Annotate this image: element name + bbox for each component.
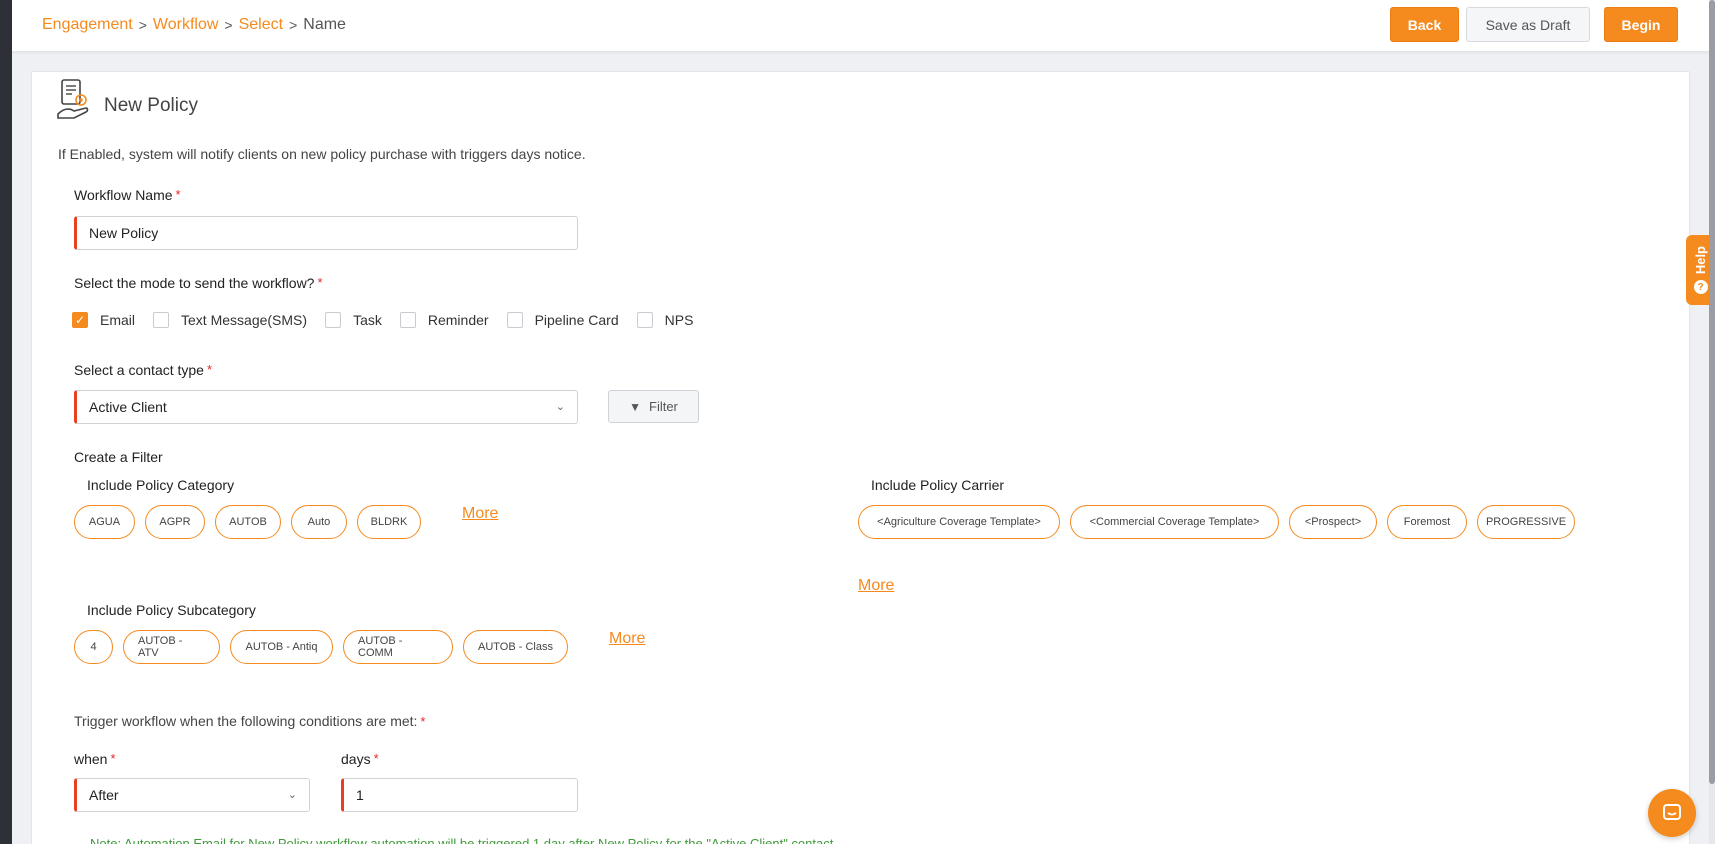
- when-value: After: [89, 787, 119, 803]
- automation-note: Note: Automation Email for New Policy wo…: [90, 836, 837, 844]
- breadcrumb-select[interactable]: Select: [239, 16, 283, 34]
- reminder-checkbox-label: Reminder: [427, 312, 489, 328]
- filter-button-label: Filter: [649, 399, 678, 414]
- workflow-name-label: Workflow Name *: [74, 187, 181, 203]
- pipeline-card-checkbox[interactable]: [506, 312, 523, 328]
- page-title: New Policy: [104, 95, 198, 116]
- policy-category-pill[interactable]: AGUA: [74, 505, 135, 539]
- chevron-right-icon: >: [138, 17, 147, 33]
- policy-category-pill[interactable]: Auto: [291, 505, 347, 539]
- left-sidebar-strip: [0, 0, 12, 844]
- mode-checkbox-group: ✓ Email Text Message(SMS) Task Reminder …: [72, 312, 711, 328]
- policy-subcategory-pill[interactable]: AUTOB - Antiq: [230, 630, 333, 664]
- policy-subcategory-label: Include Policy Subcategory: [87, 602, 256, 618]
- contact-type-label: Select a contact type *: [74, 362, 213, 378]
- filter-icon: ▼: [629, 399, 641, 414]
- breadcrumb-workflow[interactable]: Workflow: [153, 16, 219, 34]
- policy-carrier-pill[interactable]: PROGRESSIVE: [1477, 505, 1575, 539]
- save-draft-button[interactable]: Save as Draft: [1466, 7, 1590, 42]
- filter-button[interactable]: ▼ Filter: [608, 390, 699, 423]
- breadcrumb: Engagement > Workflow > Select > Name: [42, 16, 346, 34]
- policy-category-pill[interactable]: BLDRK: [357, 505, 421, 539]
- chevron-down-icon: ⌄: [287, 789, 297, 801]
- policy-subcategory-pill[interactable]: AUTOB - ATV: [123, 630, 220, 664]
- chat-button[interactable]: [1648, 789, 1696, 837]
- days-label: days *: [341, 751, 379, 767]
- create-filter-label: Create a Filter: [74, 449, 163, 465]
- pipeline-card-checkbox-label: Pipeline Card: [534, 312, 619, 328]
- email-checkbox[interactable]: ✓: [72, 312, 88, 328]
- policy-document-icon: [57, 79, 89, 119]
- top-bar: Engagement > Workflow > Select > Name Ba…: [12, 0, 1709, 52]
- sms-checkbox-label: Text Message(SMS): [181, 312, 308, 328]
- task-checkbox[interactable]: [325, 312, 342, 328]
- policy-carrier-pill[interactable]: <Prospect>: [1289, 505, 1377, 539]
- email-checkbox-label: Email: [100, 312, 136, 328]
- form-description: If Enabled, system will notify clients o…: [58, 146, 586, 162]
- reminder-checkbox[interactable]: [399, 312, 416, 328]
- breadcrumb-current: Name: [303, 16, 346, 33]
- days-input[interactable]: 1: [341, 778, 578, 812]
- nps-checkbox-label: NPS: [664, 312, 694, 328]
- workflow-name-input[interactable]: New Policy: [74, 216, 578, 250]
- contact-type-value: Active Client: [89, 399, 167, 415]
- trigger-label: Trigger workflow when the following cond…: [74, 713, 426, 729]
- breadcrumb-engagement[interactable]: Engagement: [42, 16, 133, 34]
- policy-subcategory-pill[interactable]: 4: [74, 630, 113, 664]
- mode-label: Select the mode to send the workflow? *: [74, 275, 323, 291]
- policy-carrier-pills: <Agriculture Coverage Template> <Commerc…: [858, 505, 1585, 539]
- nps-checkbox[interactable]: [636, 312, 653, 328]
- policy-carrier-more-link[interactable]: More: [858, 577, 894, 595]
- policy-category-pill[interactable]: AGPR: [145, 505, 205, 539]
- help-circle-icon: ?: [1693, 280, 1708, 295]
- policy-subcategory-pill[interactable]: AUTOB - COMM: [343, 630, 453, 664]
- help-label: Help: [1693, 245, 1708, 275]
- chevron-right-icon: >: [224, 17, 233, 33]
- workflow-form-card: New Policy If Enabled, system will notif…: [31, 71, 1690, 844]
- when-select[interactable]: After ⌄: [74, 778, 310, 812]
- policy-carrier-pill[interactable]: <Agriculture Coverage Template>: [858, 505, 1060, 539]
- policy-subcategory-more-link[interactable]: More: [609, 630, 645, 648]
- policy-category-more-link[interactable]: More: [462, 505, 498, 523]
- contact-type-select[interactable]: Active Client ⌄: [74, 390, 578, 424]
- policy-subcategory-pill[interactable]: AUTOB - Class: [463, 630, 568, 664]
- sms-checkbox[interactable]: [153, 312, 170, 328]
- policy-carrier-pill[interactable]: <Commercial Coverage Template>: [1070, 505, 1279, 539]
- scrollbar-thumb[interactable]: [1709, 0, 1715, 784]
- policy-carrier-label: Include Policy Carrier: [871, 477, 1005, 493]
- task-checkbox-label: Task: [353, 312, 382, 328]
- policy-category-pills: AGUA AGPR AUTOB Auto BLDRK: [74, 505, 431, 539]
- chevron-down-icon: ⌄: [555, 401, 565, 413]
- policy-subcategory-pills: 4 AUTOB - ATV AUTOB - Antiq AUTOB - COMM…: [74, 630, 578, 664]
- begin-button[interactable]: Begin: [1604, 7, 1678, 42]
- policy-carrier-pill[interactable]: Foremost: [1387, 505, 1467, 539]
- chat-icon: [1663, 804, 1681, 820]
- policy-category-pill[interactable]: AUTOB: [215, 505, 281, 539]
- policy-category-label: Include Policy Category: [87, 477, 235, 493]
- back-button[interactable]: Back: [1390, 7, 1459, 42]
- when-label: when *: [74, 751, 116, 767]
- chevron-right-icon: >: [289, 17, 298, 33]
